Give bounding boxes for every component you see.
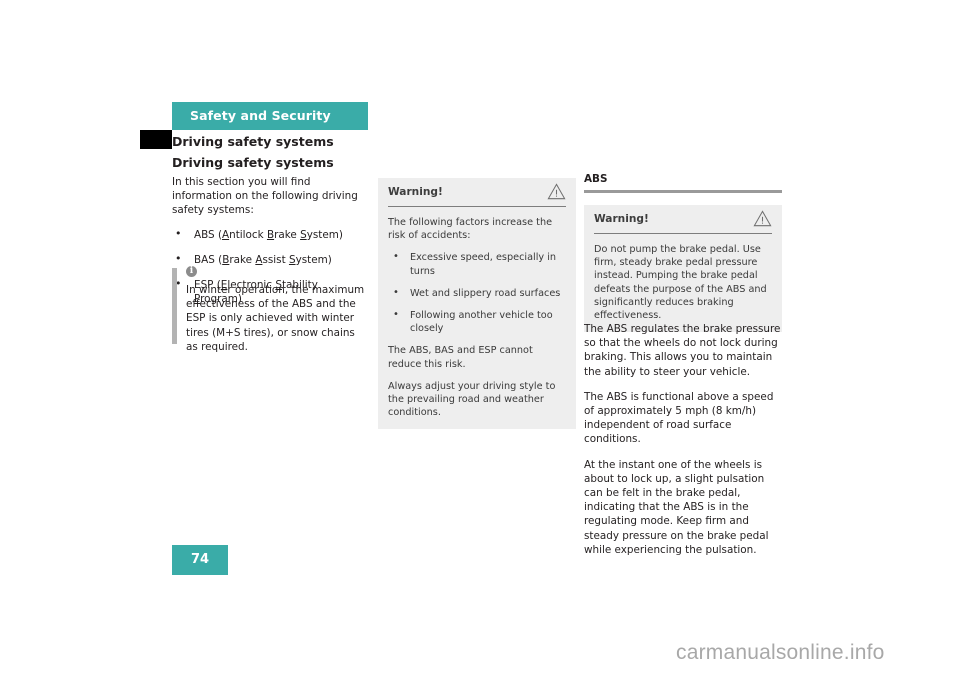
right-column-body: The ABS regulates the brake pressure so … xyxy=(584,322,782,568)
info-icon xyxy=(186,265,197,277)
warning-triangle-icon xyxy=(547,183,566,200)
warning-bullet-list: Excessive speed, especially in turns Wet … xyxy=(388,250,566,335)
warning-paragraph-2: Always adjust your driving style to the … xyxy=(388,380,556,419)
warning-body: The following factors increase the risk … xyxy=(378,207,576,429)
body-paragraph-1: The ABS regulates the brake pressure so … xyxy=(584,323,781,378)
page-number-badge: 74 xyxy=(172,545,228,575)
warning-title: Warning! xyxy=(594,213,649,225)
warning-triangle-icon xyxy=(753,210,772,227)
chapter-banner: Safety and Security xyxy=(172,102,368,130)
warning-header: Warning! xyxy=(388,178,566,207)
manual-page: Safety and Security Driving safety syste… xyxy=(0,0,960,678)
chapter-banner-label: Safety and Security xyxy=(190,108,331,123)
warning-body: Do not pump the brake pedal. Use firm, s… xyxy=(584,234,782,332)
list-item: Wet and slippery road surfaces xyxy=(388,286,566,300)
list-item: BAS (Brake Assist System) xyxy=(172,252,366,267)
running-head: Driving safety systems xyxy=(172,134,334,149)
thumb-tab-marker xyxy=(140,130,172,149)
body-paragraph-3: At the instant one of the wheels is abou… xyxy=(584,458,769,556)
warning-paragraph-1: The ABS, BAS and ESP cannot reduce this … xyxy=(388,345,533,370)
warning-box-accident-factors: Warning! The following factors increase … xyxy=(378,178,576,430)
list-item: Following another vehicle too closely xyxy=(388,308,566,335)
warning-header: Warning! xyxy=(594,205,772,234)
subsection-heading-abs: ABS xyxy=(584,173,608,185)
site-watermark: carmanualsonline.info xyxy=(676,641,885,664)
intro-paragraph: In this section you will find informatio… xyxy=(172,176,358,217)
note-side-rule xyxy=(172,268,177,344)
warning-title: Warning! xyxy=(388,186,443,198)
page-title: Driving safety systems xyxy=(172,155,334,170)
note-text: In winter operation, the maximum effecti… xyxy=(186,284,365,353)
warning-box-brake-pedal: Warning! Do not pump the brake pedal. Us… xyxy=(584,205,782,333)
body-paragraph-2: The ABS is functional above a speed of a… xyxy=(584,390,774,446)
page-number: 74 xyxy=(190,552,210,567)
list-item: ABS (Antilock Brake System) xyxy=(172,227,366,242)
subsection-heading-rule xyxy=(584,190,782,193)
note-box: In winter operation, the maximum effecti… xyxy=(172,265,366,354)
warning-text: Do not pump the brake pedal. Use firm, s… xyxy=(594,244,767,322)
warning-intro: The following factors increase the risk … xyxy=(388,217,553,242)
list-item: Excessive speed, especially in turns xyxy=(388,250,566,277)
